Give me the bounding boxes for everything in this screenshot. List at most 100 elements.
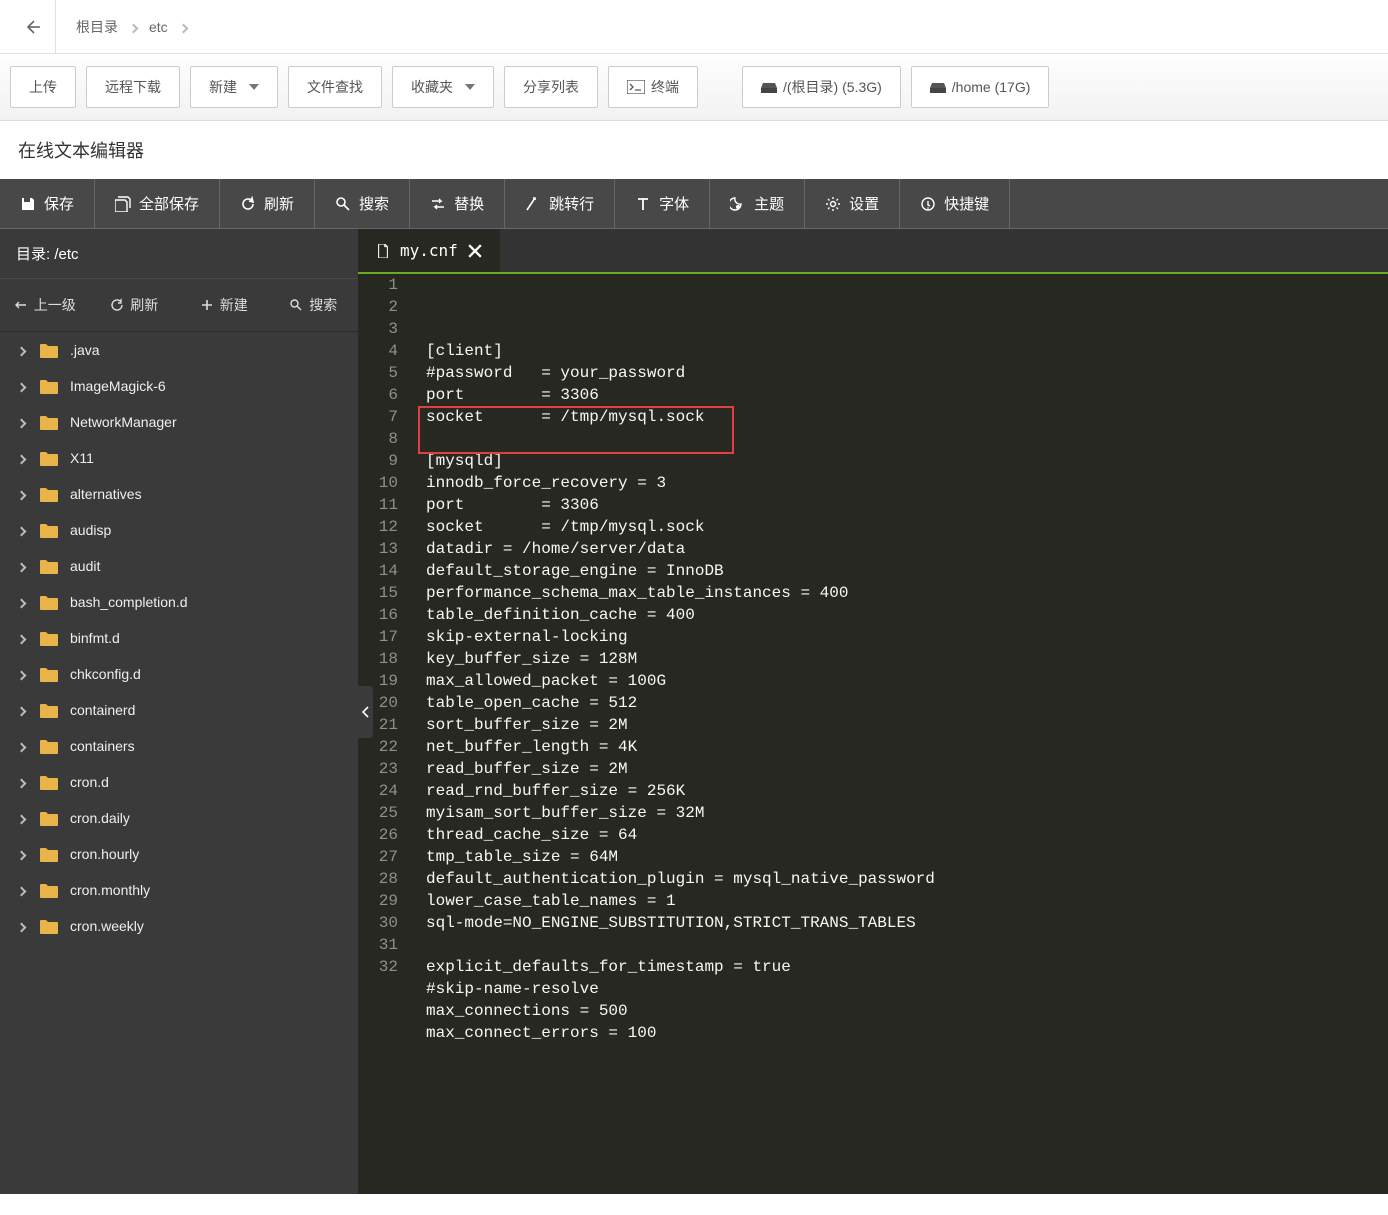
code-line[interactable]: default_storage_engine = InnoDB: [426, 560, 935, 582]
save-button[interactable]: 保存: [0, 179, 95, 228]
code-line[interactable]: max_connect_errors = 100: [426, 1022, 935, 1044]
chevron-down-icon: [249, 84, 259, 90]
favorites-button[interactable]: 收藏夹: [392, 66, 494, 108]
folder-name: binfmt.d: [70, 630, 120, 646]
folder-icon: [40, 595, 58, 610]
search-button[interactable]: 搜索: [315, 179, 410, 228]
line-number: 7: [358, 406, 404, 428]
code-line[interactable]: innodb_force_recovery = 3: [426, 472, 935, 494]
tree-item[interactable]: cron.weekly: [0, 908, 358, 944]
code-line[interactable]: default_authentication_plugin = mysql_na…: [426, 868, 935, 890]
remote-download-button[interactable]: 远程下载: [86, 66, 180, 108]
tree-item[interactable]: cron.monthly: [0, 872, 358, 908]
code-content[interactable]: [client]#password = your_passwordport = …: [414, 274, 935, 1194]
folder-name: cron.monthly: [70, 882, 150, 898]
folder-icon: [40, 703, 58, 718]
code-line[interactable]: datadir = /home/server/data: [426, 538, 935, 560]
line-number: 25: [358, 802, 404, 824]
terminal-icon: [627, 80, 645, 94]
line-number: 1: [358, 274, 404, 296]
font-button[interactable]: 字体: [615, 179, 710, 228]
new-button[interactable]: 新建: [190, 66, 278, 108]
tree-item[interactable]: cron.d: [0, 764, 358, 800]
home-disk-button[interactable]: /home (17G): [911, 66, 1050, 108]
folder-name: audisp: [70, 522, 111, 538]
code-line[interactable]: net_buffer_length = 4K: [426, 736, 935, 758]
code-line[interactable]: port = 3306: [426, 494, 935, 516]
code-line[interactable]: table_definition_cache = 400: [426, 604, 935, 626]
close-icon[interactable]: [468, 244, 482, 258]
line-number: 15: [358, 582, 404, 604]
up-level-button[interactable]: 上一级: [0, 289, 90, 321]
chevron-right-icon: [18, 810, 28, 826]
code-line[interactable]: table_open_cache = 512: [426, 692, 935, 714]
tab-filename: my.cnf: [400, 241, 458, 260]
refresh-tree-button[interactable]: 刷新: [90, 289, 180, 321]
refresh-button[interactable]: 刷新: [220, 179, 315, 228]
tree-item[interactable]: cron.hourly: [0, 836, 358, 872]
shortcuts-button[interactable]: 快捷键: [900, 179, 1010, 228]
code-line[interactable]: #skip-name-resolve: [426, 978, 935, 1000]
tree-item[interactable]: .java: [0, 332, 358, 368]
tree-item[interactable]: containers: [0, 728, 358, 764]
code-line[interactable]: read_buffer_size = 2M: [426, 758, 935, 780]
folder-name: containerd: [70, 702, 135, 718]
folder-icon: [40, 451, 58, 466]
root-disk-button[interactable]: /(根目录) (5.3G): [742, 66, 901, 108]
code-line[interactable]: lower_case_table_names = 1: [426, 890, 935, 912]
tree-item[interactable]: bash_completion.d: [0, 584, 358, 620]
code-line[interactable]: key_buffer_size = 128M: [426, 648, 935, 670]
theme-button[interactable]: 主题: [710, 179, 805, 228]
code-line[interactable]: explicit_defaults_for_timestamp = true: [426, 956, 935, 978]
tree-item[interactable]: containerd: [0, 692, 358, 728]
tree-item[interactable]: cron.daily: [0, 800, 358, 836]
code-line[interactable]: #password = your_password: [426, 362, 935, 384]
tree-item[interactable]: chkconfig.d: [0, 656, 358, 692]
file-search-button[interactable]: 文件查找: [288, 66, 382, 108]
tree-item[interactable]: X11: [0, 440, 358, 476]
code-line[interactable]: [client]: [426, 340, 935, 362]
code-line[interactable]: [426, 934, 935, 956]
share-list-button[interactable]: 分享列表: [504, 66, 598, 108]
code-line[interactable]: tmp_table_size = 64M: [426, 846, 935, 868]
code-line[interactable]: performance_schema_max_table_instances =…: [426, 582, 935, 604]
chevron-right-icon: [18, 378, 28, 394]
terminal-button[interactable]: 终端: [608, 66, 698, 108]
replace-button[interactable]: 替换: [410, 179, 505, 228]
line-number: 8: [358, 428, 404, 450]
back-button[interactable]: [8, 0, 56, 54]
code-line[interactable]: myisam_sort_buffer_size = 32M: [426, 802, 935, 824]
tree-item[interactable]: binfmt.d: [0, 620, 358, 656]
line-number: 12: [358, 516, 404, 538]
tree-item[interactable]: ImageMagick-6: [0, 368, 358, 404]
code-line[interactable]: port = 3306: [426, 384, 935, 406]
upload-button[interactable]: 上传: [10, 66, 76, 108]
save-all-button[interactable]: 全部保存: [95, 179, 220, 228]
goto-line-button[interactable]: 跳转行: [505, 179, 615, 228]
code-line[interactable]: socket = /tmp/mysql.sock: [426, 516, 935, 538]
code-line[interactable]: max_connections = 500: [426, 1000, 935, 1022]
code-line[interactable]: max_allowed_packet = 100G: [426, 670, 935, 692]
breadcrumb-etc[interactable]: etc: [141, 19, 176, 35]
line-number: 6: [358, 384, 404, 406]
breadcrumb-root[interactable]: 根目录: [68, 17, 126, 37]
tree-item[interactable]: audit: [0, 548, 358, 584]
folder-name: chkconfig.d: [70, 666, 141, 682]
code-line[interactable]: sql-mode=NO_ENGINE_SUBSTITUTION,STRICT_T…: [426, 912, 935, 934]
code-line[interactable]: thread_cache_size = 64: [426, 824, 935, 846]
code-area[interactable]: 1234567891011121314151617181920212223242…: [358, 274, 1388, 1194]
code-line[interactable]: read_rnd_buffer_size = 256K: [426, 780, 935, 802]
tree-item[interactable]: alternatives: [0, 476, 358, 512]
tree-item[interactable]: NetworkManager: [0, 404, 358, 440]
code-line[interactable]: sort_buffer_size = 2M: [426, 714, 935, 736]
tab-my-cnf[interactable]: my.cnf: [358, 229, 500, 272]
search-tree-button[interactable]: 搜索: [269, 289, 359, 321]
code-line[interactable]: skip-external-locking: [426, 626, 935, 648]
sidebar-collapse-handle[interactable]: [358, 686, 373, 738]
settings-button[interactable]: 设置: [805, 179, 900, 228]
line-number: 16: [358, 604, 404, 626]
new-tree-button[interactable]: 新建: [179, 289, 269, 321]
line-number: 10: [358, 472, 404, 494]
folder-tree[interactable]: .java ImageMagick-6 NetworkManager X11 a…: [0, 332, 358, 1194]
tree-item[interactable]: audisp: [0, 512, 358, 548]
